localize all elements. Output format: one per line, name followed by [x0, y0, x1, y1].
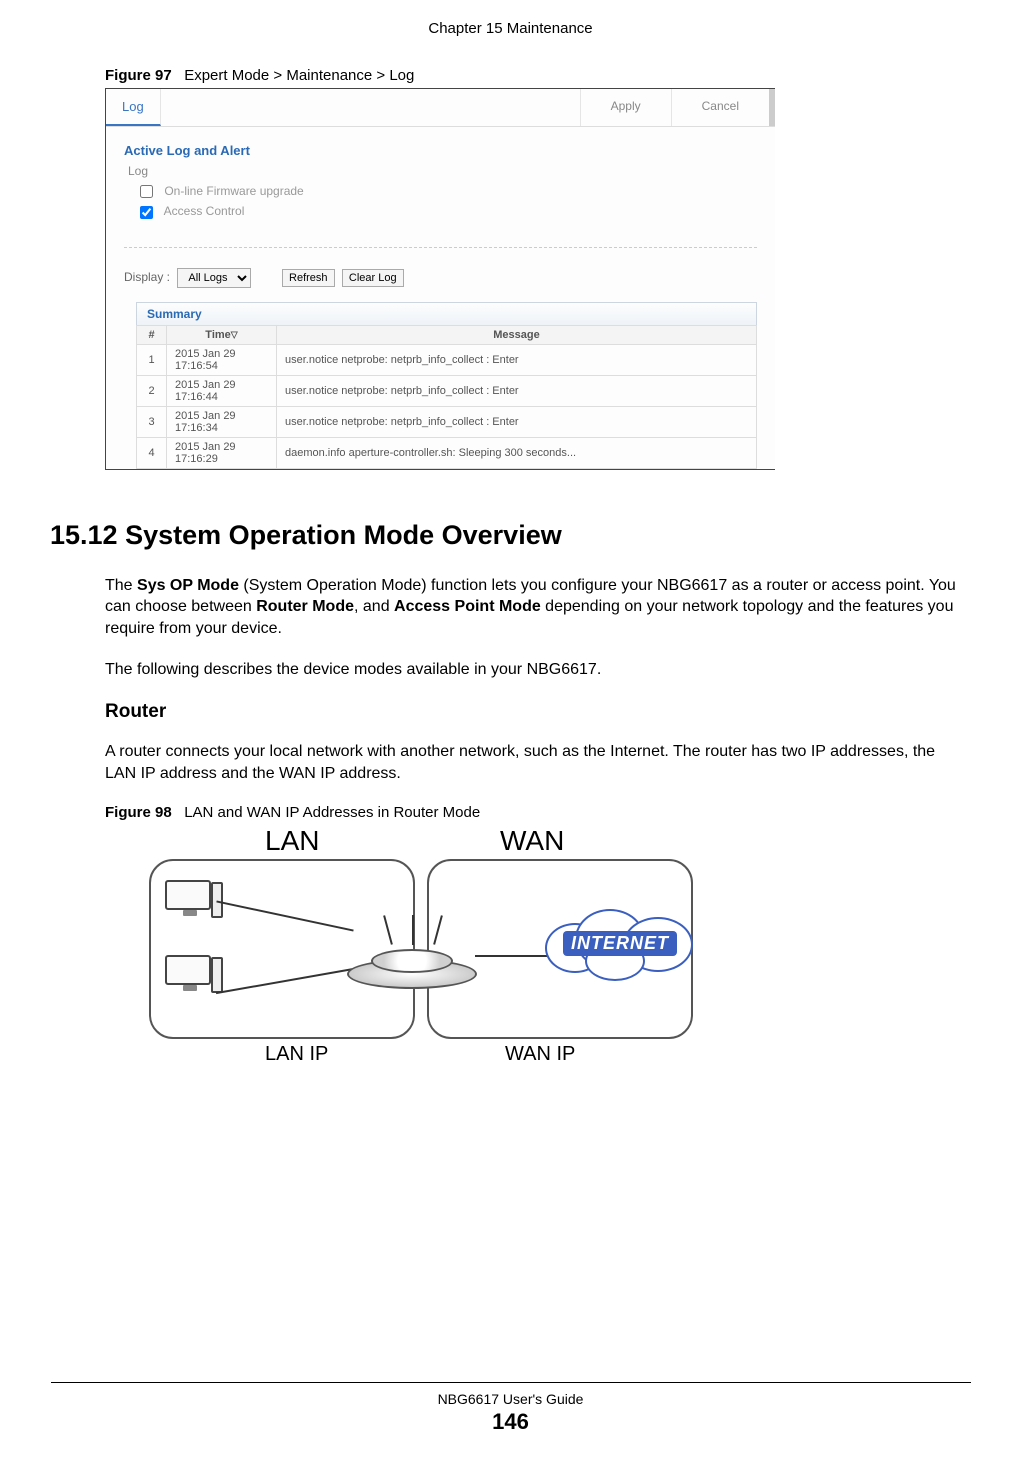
- apply-button[interactable]: Apply: [580, 89, 671, 126]
- refresh-button[interactable]: Refresh: [282, 269, 335, 287]
- para-device-modes: The following describes the device modes…: [105, 659, 961, 681]
- cell-num: 1: [137, 344, 167, 375]
- divider: [124, 247, 757, 248]
- cell-msg: daemon.info aperture-controller.sh: Slee…: [277, 437, 757, 468]
- lan-ip-label: LAN IP: [265, 1043, 328, 1066]
- figure-97-caption: Figure 97 Expert Mode > Maintenance > Lo…: [105, 67, 961, 84]
- internet-label: INTERNET: [563, 931, 677, 956]
- table-row: 1 2015 Jan 29 17:16:54 user.notice netpr…: [137, 344, 757, 375]
- th-time[interactable]: Time▽: [167, 325, 277, 344]
- computer-icon: [165, 880, 221, 928]
- log-controls: Display : All Logs Refresh Clear Log: [124, 268, 757, 288]
- label-firmware-upgrade: On-line Firmware upgrade: [164, 184, 303, 198]
- computer-icon: [165, 955, 221, 1003]
- topbar-spacer: [161, 89, 580, 126]
- cell-msg: user.notice netprobe: netprb_info_collec…: [277, 406, 757, 437]
- cell-num: 3: [137, 406, 167, 437]
- figure-97-text: Expert Mode > Maintenance > Log: [184, 67, 414, 84]
- log-topbar: Log Apply Cancel: [106, 89, 775, 127]
- checkbox-firmware-upgrade[interactable]: [140, 185, 153, 198]
- label-lan: LAN: [265, 825, 319, 857]
- para-router-desc: A router connects your local network wit…: [105, 741, 961, 784]
- label-wan: WAN: [500, 825, 564, 857]
- subhead-router: Router: [105, 701, 961, 723]
- log-table: # Time▽ Message 1 2015 Jan 29 17:16:54 u…: [136, 325, 757, 469]
- clear-log-button[interactable]: Clear Log: [342, 269, 404, 287]
- cell-time: 2015 Jan 29 17:16:34: [167, 406, 277, 437]
- para-sys-op-mode: The Sys OP Mode (System Operation Mode) …: [105, 575, 961, 640]
- footer-guide: NBG6617 User's Guide: [0, 1391, 1021, 1407]
- figure-98-diagram: LAN WAN INTERNET LAN IP WAN IP: [145, 825, 705, 1075]
- cancel-button[interactable]: Cancel: [671, 89, 769, 126]
- cell-time: 2015 Jan 29 17:16:54: [167, 344, 277, 375]
- label-access-control: Access Control: [164, 204, 245, 218]
- table-row: 2 2015 Jan 29 17:16:44 user.notice netpr…: [137, 375, 757, 406]
- checkbox-access-control[interactable]: [140, 206, 153, 219]
- cell-time: 2015 Jan 29 17:16:29: [167, 437, 277, 468]
- cell-time: 2015 Jan 29 17:16:44: [167, 375, 277, 406]
- figure-98-caption: Figure 98 LAN and WAN IP Addresses in Ro…: [105, 804, 961, 821]
- page-number: 146: [0, 1409, 1021, 1435]
- sort-desc-icon[interactable]: ▽: [231, 329, 238, 339]
- cell-num: 2: [137, 375, 167, 406]
- scrollbar[interactable]: [769, 89, 775, 126]
- cell-num: 4: [137, 437, 167, 468]
- figure-97-screenshot: Log Apply Cancel Active Log and Alert Lo…: [105, 88, 775, 470]
- figure-98-label: Figure 98: [105, 804, 172, 821]
- chapter-header: Chapter 15 Maintenance: [50, 20, 971, 37]
- internet-cloud-icon: INTERNET: [545, 905, 695, 985]
- active-log-title: Active Log and Alert: [124, 143, 757, 158]
- th-num[interactable]: #: [137, 325, 167, 344]
- figure-98-text: LAN and WAN IP Addresses in Router Mode: [184, 804, 480, 821]
- page-footer: NBG6617 User's Guide 146: [0, 1382, 1021, 1435]
- table-row: 4 2015 Jan 29 17:16:29 daemon.info apert…: [137, 437, 757, 468]
- log-sublabel: Log: [128, 164, 757, 178]
- tab-log[interactable]: Log: [106, 89, 161, 126]
- figure-97-label: Figure 97: [105, 67, 172, 84]
- display-select[interactable]: All Logs: [177, 268, 251, 288]
- cell-msg: user.notice netprobe: netprb_info_collec…: [277, 344, 757, 375]
- cell-msg: user.notice netprobe: netprb_info_collec…: [277, 375, 757, 406]
- display-label: Display :: [124, 270, 170, 284]
- footer-rule: [51, 1382, 971, 1383]
- table-row: 3 2015 Jan 29 17:16:34 user.notice netpr…: [137, 406, 757, 437]
- wan-ip-label: WAN IP: [505, 1043, 575, 1066]
- router-icon: [347, 925, 477, 989]
- section-heading: 15.12 System Operation Mode Overview: [50, 520, 961, 551]
- summary-header: Summary: [136, 302, 757, 325]
- th-message[interactable]: Message: [277, 325, 757, 344]
